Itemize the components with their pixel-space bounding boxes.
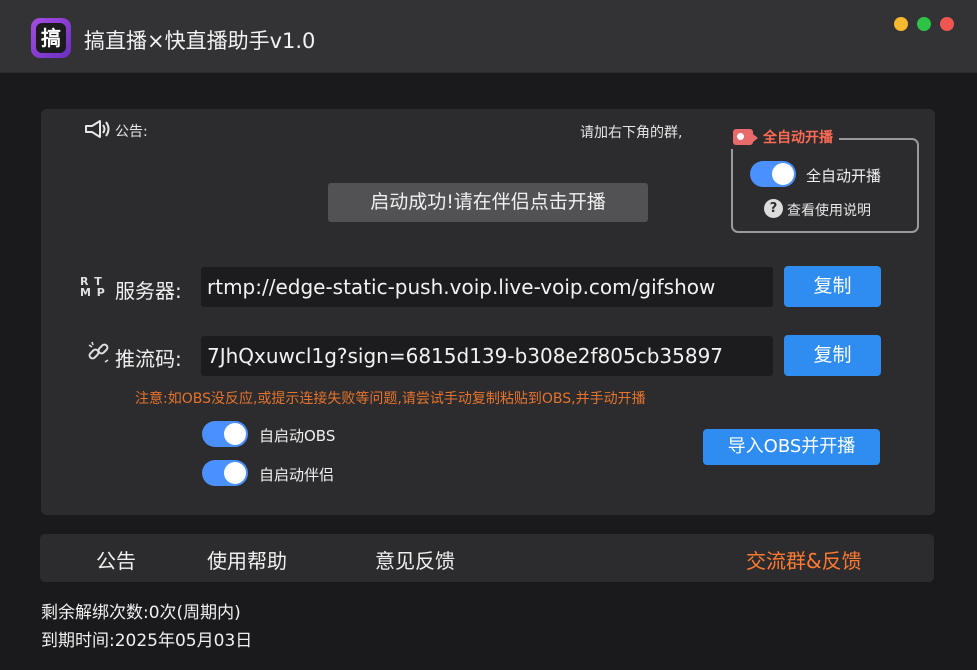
help-icon[interactable]: ?	[764, 199, 783, 218]
server-url-field[interactable]: rtmp://edge-static-push.voip.live-voip.c…	[201, 267, 773, 307]
minimize-button[interactable]	[894, 17, 908, 31]
app-logo-icon: 搞	[31, 18, 71, 58]
auto-start-legend: 全自动开播	[727, 125, 839, 149]
remaining-unbind-count: 剩余解绑次数:0次(周期内)	[41, 603, 241, 623]
notice-text: 注意:如OBS没反应,或提示连接失败等问题,请尝试手动复制粘贴到OBS,并手动开…	[135, 391, 646, 407]
auto-start-obs-label: 自启动OBS	[259, 427, 336, 445]
auto-start-toggle-label: 全自动开播	[806, 167, 882, 185]
stream-key-field[interactable]: 7JhQxuwcl1g?sign=6815d139-b308e2f805cb35…	[201, 336, 773, 376]
status-message: 启动成功!请在伴侣点击开播	[328, 183, 648, 222]
megaphone-icon	[85, 120, 110, 138]
close-button[interactable]	[940, 17, 954, 31]
auto-start-title: 全自动开播	[763, 130, 833, 146]
announcement-label: 公告:	[115, 124, 148, 140]
nav-group-feedback[interactable]: 交流群&反馈	[746, 545, 862, 574]
copy-stream-key-button[interactable]: 复制	[784, 335, 881, 376]
usage-guide-link[interactable]: 查看使用说明	[787, 200, 871, 220]
nav-help[interactable]: 使用帮助	[207, 545, 287, 574]
auto-start-toggle[interactable]	[750, 161, 796, 187]
auto-start-companion-toggle[interactable]	[202, 460, 248, 486]
auto-start-obs-toggle[interactable]	[202, 421, 248, 447]
window-title: 搞直播×快直播助手v1.0	[84, 29, 316, 53]
stream-key-label: 推流码:	[115, 347, 182, 371]
link-icon	[88, 341, 109, 363]
announcement-hint: 请加右下角的群,	[580, 125, 683, 141]
title-bar: 搞 搞直播×快直播助手v1.0	[0, 0, 977, 73]
copy-server-button[interactable]: 复制	[784, 266, 881, 307]
server-label: 服务器:	[115, 279, 182, 303]
nav-feedback[interactable]: 意见反馈	[375, 545, 455, 574]
camera-icon	[733, 129, 758, 145]
expiry-date: 到期时间:2025年05月03日	[41, 631, 253, 651]
nav-announcement[interactable]: 公告	[96, 545, 136, 574]
maximize-button[interactable]	[917, 17, 931, 31]
rtmp-icon: R TM P	[80, 275, 106, 299]
import-obs-button[interactable]: 导入OBS并开播	[703, 429, 880, 465]
auto-start-companion-label: 自启动伴侣	[259, 466, 335, 484]
